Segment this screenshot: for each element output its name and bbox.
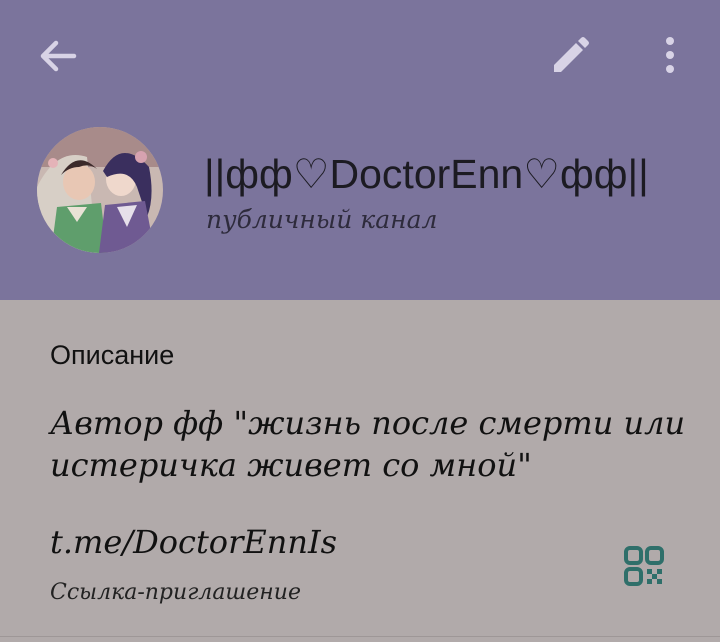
pencil-icon bbox=[554, 37, 589, 72]
invite-link[interactable]: t.me/DoctorEnnIs bbox=[50, 523, 337, 561]
arrow-left-icon bbox=[40, 40, 77, 72]
description-text-line-2: истеричка живет со мной" bbox=[50, 446, 532, 484]
edit-button[interactable] bbox=[546, 32, 594, 80]
channel-name: ||фф♡DoctorEnn♡фф|| bbox=[204, 151, 649, 197]
back-button[interactable] bbox=[34, 32, 82, 80]
invite-link-caption: Ссылка-приглашение bbox=[50, 580, 301, 605]
channel-avatar[interactable] bbox=[37, 127, 163, 253]
channel-type-label: публичный канал bbox=[206, 205, 438, 234]
qr-code-button[interactable] bbox=[620, 542, 668, 590]
avatar-image bbox=[37, 127, 163, 253]
more-options-button[interactable] bbox=[650, 32, 690, 80]
qr-code-icon bbox=[624, 546, 664, 586]
divider bbox=[0, 636, 720, 637]
description-title: Описание bbox=[50, 340, 175, 370]
more-vertical-icon bbox=[666, 37, 674, 73]
description-text-line-1: Автор фф "жизнь после смерти или bbox=[50, 404, 686, 442]
channel-header: ||фф♡DoctorEnn♡фф|| публичный канал bbox=[0, 0, 720, 300]
